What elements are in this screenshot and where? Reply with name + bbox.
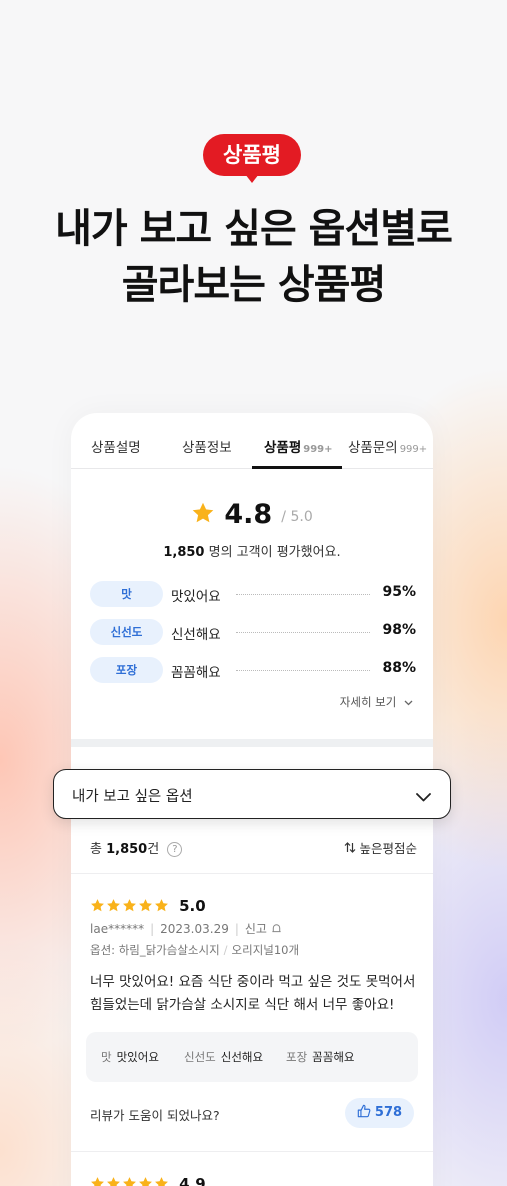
tab-bar: 상품설명 상품정보 상품평 999+ 상품문의 999+ (71, 413, 433, 469)
tab-label: 상품설명 (91, 440, 141, 456)
rating-summary: 4.8 / 5.0 (71, 499, 433, 530)
chevron-down-icon (404, 695, 413, 709)
option-variant: 오리지널10개 (231, 943, 300, 957)
review-score: 4.9 (179, 1174, 206, 1186)
headline-line-1: 내가 보고 싶은 옵션별로 (55, 206, 453, 252)
attribute-row-packaging: 포장 꼼꼼해요 88% (90, 657, 416, 683)
reviewer-count-suffix: 명의 고객이 평가했어요. (208, 545, 341, 560)
attribute-percent: 98% (382, 622, 416, 638)
siren-icon (271, 922, 282, 936)
tab-count: 999+ (399, 444, 428, 455)
dotted-leader (236, 594, 370, 595)
tag-taste: 맛 맛있어요 (101, 1049, 159, 1065)
option-filter-dropdown[interactable]: 내가 보고 싶은 옵션 (53, 769, 451, 819)
thumbs-up-icon (357, 1104, 375, 1120)
tag-value: 신선해요 (220, 1050, 264, 1064)
total-review-count: 총 1,850건 ? (90, 838, 183, 857)
attribute-pill: 포장 (90, 657, 163, 683)
see-details-link[interactable]: 자세히 보기 (340, 694, 413, 710)
average-score: 4.8 (224, 499, 273, 530)
attribute-label: 맛있어요 (171, 589, 221, 605)
total-suffix: 건 (147, 842, 160, 857)
divider (71, 1151, 433, 1152)
tag-key: 맛 (101, 1050, 112, 1064)
tab-count: 999+ (303, 444, 333, 455)
review-rating: 5.0 (90, 895, 206, 915)
sort-button[interactable]: 높은평점순 (344, 838, 417, 857)
star-icon (106, 1173, 122, 1186)
chevron-down-icon (416, 787, 431, 806)
review-attribute-tags: 맛 맛있어요 신선도 신선해요 포장 꼼꼼해요 (86, 1032, 418, 1082)
badge-tail (245, 174, 259, 183)
max-score: / 5.0 (281, 508, 313, 525)
tag-key: 포장 (286, 1050, 308, 1064)
star-icon (154, 895, 170, 914)
tag-packaging: 포장 꼼꼼해요 (286, 1049, 355, 1065)
review-text: 너무 맛있어요! 요즘 식단 중이라 먹고 싶은 것도 못먹어서 힘들었는데 닭… (90, 974, 416, 1013)
tab-info[interactable]: 상품정보 (182, 436, 232, 456)
star-icon (90, 1173, 106, 1186)
star-icon (106, 895, 122, 914)
star-icon (122, 1173, 138, 1186)
attribute-label: 신선해요 (171, 627, 221, 643)
helpful-question: 리뷰가 도움이 되었나요? (90, 1108, 220, 1123)
attribute-percent: 88% (382, 660, 416, 676)
reviewer-count-line: 1,850 명의 고객이 평가했어요. (71, 541, 433, 560)
see-details-label: 자세히 보기 (339, 695, 397, 709)
star-icon (191, 501, 215, 529)
attribute-row-freshness: 신선도 신선해요 98% (90, 619, 416, 645)
tab-label: 상품평 (264, 440, 302, 456)
sort-label: 높은평점순 (359, 841, 417, 856)
helpful-button[interactable]: 578 (345, 1098, 414, 1128)
tab-label: 상품문의 (348, 440, 398, 456)
divider (71, 873, 433, 874)
reviewer-id: lae****** (90, 922, 145, 936)
helpful-count: 578 (374, 1105, 403, 1120)
section-divider (71, 739, 433, 747)
tab-description[interactable]: 상품설명 (91, 436, 141, 456)
total-prefix: 총 (90, 842, 102, 857)
dotted-leader (236, 670, 370, 671)
star-icon (138, 1173, 154, 1186)
tag-value: 꼼꼼해요 (312, 1050, 355, 1064)
report-label: 신고 (244, 922, 267, 936)
sort-icon (344, 841, 360, 856)
attribute-label: 꼼꼼해요 (171, 665, 221, 681)
dotted-leader (236, 632, 370, 633)
option-filter-label: 내가 보고 싶은 옵션 (72, 789, 193, 805)
star-icon (154, 1173, 170, 1186)
tag-key: 신선도 (184, 1050, 216, 1064)
reviewer-count: 1,850 (163, 545, 205, 560)
headline-line-2: 골라보는 상품평 (121, 262, 387, 308)
tab-reviews[interactable]: 상품평 999+ (264, 436, 333, 456)
review-date: 2023.03.29 (160, 922, 229, 936)
report-button[interactable]: 신고 (245, 922, 282, 936)
tag-freshness: 신선도 신선해요 (184, 1049, 263, 1065)
review-option: 옵션: 하림_닭가슴살소시지 / 오리지널10개 (90, 943, 300, 957)
tab-inquiry[interactable]: 상품문의 999+ (348, 436, 427, 456)
option-name: 옵션: 하림_닭가슴살소시지 (90, 943, 220, 957)
total-count: 1,850 (106, 842, 148, 857)
help-icon[interactable]: ? (167, 842, 183, 857)
star-icon (90, 895, 106, 914)
star-icon (138, 895, 154, 914)
tag-value: 맛있어요 (116, 1050, 159, 1064)
review-score: 5.0 (179, 896, 206, 915)
attribute-row-taste: 맛 맛있어요 95% (90, 581, 416, 607)
star-icon (122, 895, 138, 914)
attribute-percent: 95% (382, 584, 416, 600)
review-meta: lae****** | 2023.03.29 | 신고 (90, 920, 282, 937)
review-badge: 상품평 (203, 134, 301, 176)
attribute-pill: 맛 (90, 581, 163, 607)
attribute-pill: 신선도 (90, 619, 163, 645)
tab-label: 상품정보 (182, 440, 232, 456)
active-tab-indicator (252, 466, 342, 469)
review-rating: 4.9 (90, 1173, 206, 1186)
